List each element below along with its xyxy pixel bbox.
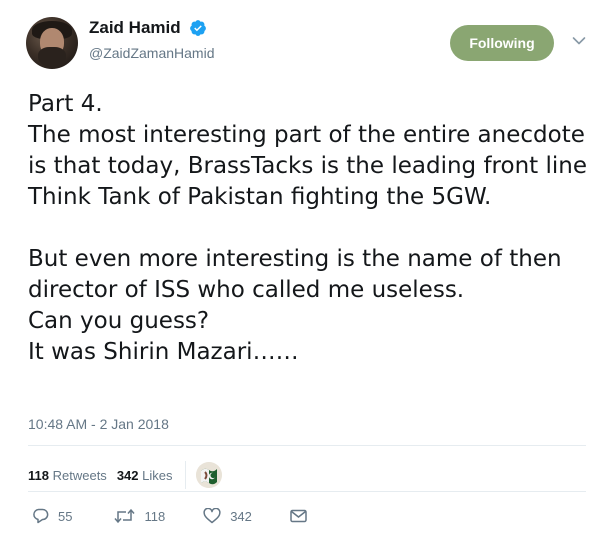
retweets-stat-label: Retweets [52, 467, 107, 483]
direct-message-button[interactable] [290, 509, 307, 523]
retweet-count: 118 [144, 508, 166, 524]
like-count: 342 [230, 508, 252, 524]
reply-button[interactable]: 55 [32, 508, 72, 524]
retweet-button[interactable]: 118 [114, 508, 165, 524]
tweet-stats: 118 Retweets 342 Likes [28, 461, 222, 489]
pakistan-flag-avatar-icon [195, 462, 222, 488]
retweets-stat[interactable]: 118 Retweets [28, 468, 107, 483]
likes-stat-count: 342 [116, 467, 139, 483]
envelope-icon [290, 509, 307, 523]
divider [28, 445, 586, 446]
liker-avatar[interactable] [195, 462, 222, 488]
reply-count: 55 [58, 508, 73, 524]
tweet-timestamp[interactable]: 10:48 AM - 2 Jan 2018 [28, 416, 169, 432]
stats-separator [184, 461, 186, 489]
heart-icon [203, 508, 221, 524]
following-button[interactable]: Following [450, 25, 554, 61]
likes-stat-label: Likes [142, 467, 173, 483]
divider [28, 491, 586, 492]
reply-icon [33, 508, 49, 524]
tweet-text: Part 4. The most interesting part of the… [28, 91, 587, 365]
like-button[interactable]: 342 [203, 508, 252, 524]
retweet-icon [114, 508, 136, 524]
retweets-stat-count: 118 [28, 467, 49, 483]
tweet-actions: 55 118 342 [32, 508, 307, 524]
display-name[interactable]: Zaid Hamid [89, 18, 181, 38]
user-handle[interactable]: @ZaidZamanHamid [89, 45, 214, 61]
tweet-card: Zaid Hamid @ZaidZamanHamid Following Par… [0, 0, 614, 538]
chevron-down-icon[interactable] [572, 36, 586, 46]
user-info: Zaid Hamid @ZaidZamanHamid [89, 18, 214, 61]
likes-stat[interactable]: 342 Likes [117, 468, 173, 483]
avatar[interactable] [26, 17, 78, 69]
verified-icon [190, 20, 206, 36]
